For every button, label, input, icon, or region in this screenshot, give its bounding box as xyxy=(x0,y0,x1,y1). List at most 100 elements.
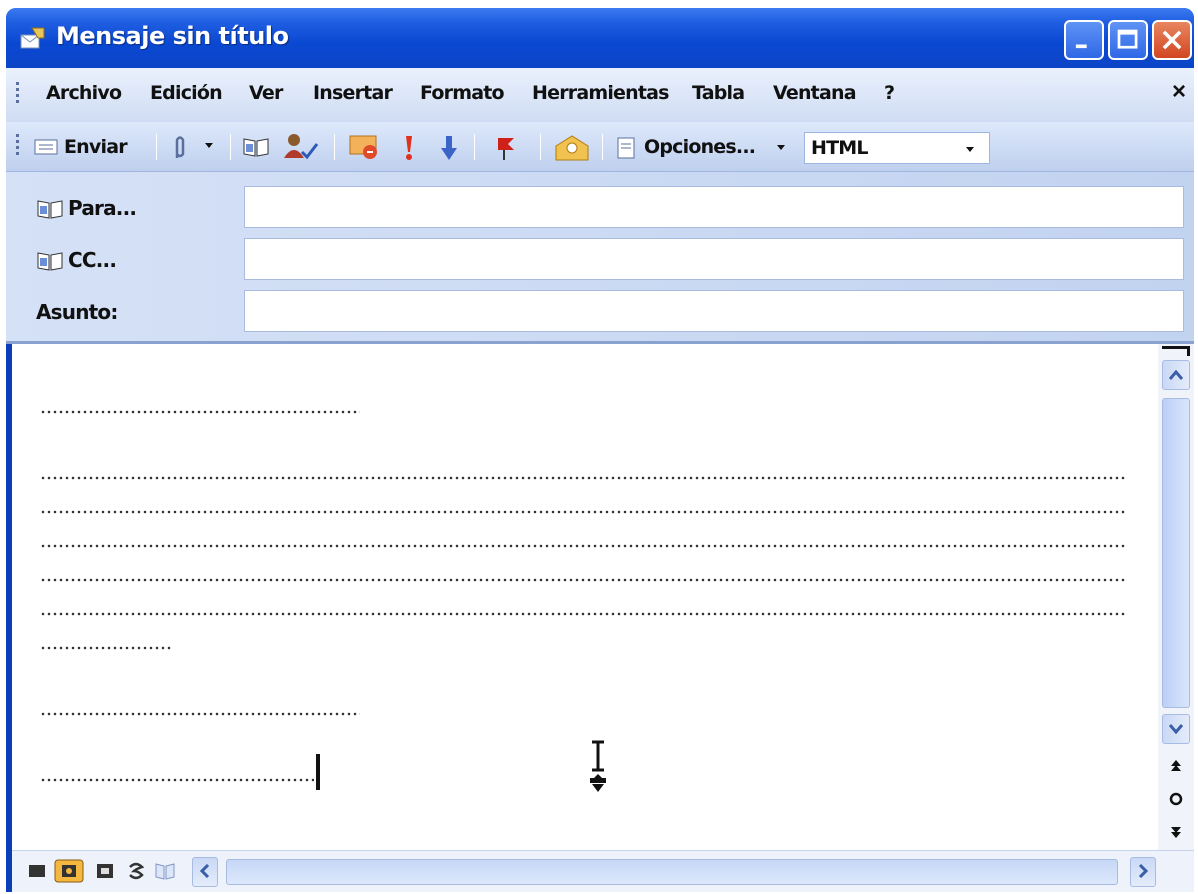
low-importance-button[interactable] xyxy=(434,130,464,164)
address-book-button[interactable] xyxy=(238,130,274,164)
scroll-right-button[interactable] xyxy=(1130,857,1156,887)
previous-page-icon xyxy=(1171,760,1181,771)
permission-icon xyxy=(555,135,589,161)
chevron-up-icon xyxy=(1168,369,1184,380)
message-header: Para... CC... Asunto: xyxy=(6,172,1194,344)
send-button[interactable]: Enviar xyxy=(32,130,148,164)
high-importance-button[interactable] xyxy=(394,130,424,164)
chevron-down-icon xyxy=(777,145,785,150)
toolbar-separator xyxy=(602,134,603,160)
split-handle[interactable] xyxy=(1162,346,1190,356)
chevron-down-icon xyxy=(205,143,213,148)
toolbar-separator xyxy=(156,134,157,160)
placeholder-line xyxy=(40,476,1126,480)
maximize-button[interactable] xyxy=(1108,20,1148,60)
subject-field[interactable] xyxy=(244,290,1184,332)
chevron-left-icon xyxy=(199,863,210,879)
ibeam-cursor-icon xyxy=(590,740,606,792)
options-button[interactable]: Opciones... xyxy=(612,130,790,164)
menu-insertar[interactable]: Insertar xyxy=(313,82,393,104)
message-format-value: HTML xyxy=(811,137,868,159)
address-book-icon xyxy=(243,138,269,157)
close-button[interactable] xyxy=(1152,20,1192,60)
minimize-button[interactable] xyxy=(1064,20,1104,60)
menu-help[interactable]: ? xyxy=(884,82,895,104)
attach-button[interactable] xyxy=(168,130,222,164)
check-names-button[interactable] xyxy=(276,130,326,164)
cc-label: CC... xyxy=(68,248,117,272)
maximize-icon xyxy=(1117,29,1138,49)
next-page-button[interactable] xyxy=(1166,824,1186,846)
placeholder-line xyxy=(40,612,1126,616)
reading-layout-view-icon[interactable] xyxy=(154,859,176,883)
close-icon xyxy=(1162,30,1182,50)
outlook-message-icon xyxy=(20,27,45,49)
title-bar[interactable]: Mensaje sin título xyxy=(6,8,1194,68)
placeholder-line xyxy=(40,646,172,650)
vertical-scrollbar[interactable] xyxy=(1158,344,1194,850)
select-browse-object-button[interactable] xyxy=(1166,792,1186,814)
placeholder-line xyxy=(40,544,1126,548)
toolbar-separator xyxy=(230,134,231,160)
message-body[interactable] xyxy=(12,344,1158,850)
attach-icon xyxy=(175,136,185,158)
high-importance-icon xyxy=(406,136,412,160)
send-label: Enviar xyxy=(64,136,128,158)
message-window: Mensaje sin título Archivo Edición Ver I… xyxy=(6,8,1194,892)
placeholder-line xyxy=(40,578,1126,582)
cc-button[interactable]: CC... xyxy=(36,246,156,278)
menu-archivo[interactable]: Archivo xyxy=(46,82,122,104)
placeholder-line xyxy=(40,712,360,716)
normal-view-icon[interactable] xyxy=(26,859,48,883)
toolbar: Enviar Opciones... HTML xyxy=(6,122,1194,172)
message-format-select[interactable]: HTML xyxy=(804,132,990,164)
toolbar-grip[interactable] xyxy=(16,134,20,158)
placeholder-line xyxy=(40,510,1126,514)
horizontal-scroll-thumb[interactable] xyxy=(226,859,1118,885)
flag-icon xyxy=(498,138,514,160)
signature-icon xyxy=(349,135,377,159)
text-caret xyxy=(316,754,320,790)
menu-ver[interactable]: Ver xyxy=(249,82,283,104)
check-names-icon xyxy=(284,134,319,160)
menubar-grip[interactable] xyxy=(16,82,20,106)
menubar-close-icon[interactable]: × xyxy=(1172,78,1186,106)
menu-bar: Archivo Edición Ver Insertar Formato Her… xyxy=(6,68,1194,122)
placeholder-line xyxy=(40,410,360,414)
scroll-down-button[interactable] xyxy=(1162,714,1190,744)
menu-formato[interactable]: Formato xyxy=(420,82,505,104)
to-button[interactable]: Para... xyxy=(36,194,156,226)
browse-object-icon xyxy=(1169,792,1183,806)
cc-field[interactable] xyxy=(244,238,1184,280)
permission-button[interactable] xyxy=(550,130,594,164)
outline-view-icon[interactable] xyxy=(126,859,148,883)
flag-button[interactable] xyxy=(484,130,528,164)
address-book-icon xyxy=(37,200,63,219)
print-layout-view-icon[interactable] xyxy=(94,859,116,883)
menu-tabla[interactable]: Tabla xyxy=(692,82,745,104)
toolbar-separator xyxy=(540,134,541,160)
scroll-left-button[interactable] xyxy=(192,857,218,887)
web-layout-view-icon[interactable] xyxy=(54,859,84,883)
menu-herramientas[interactable]: Herramientas xyxy=(532,82,669,104)
scroll-up-button[interactable] xyxy=(1162,360,1190,390)
chevron-down-icon[interactable] xyxy=(965,146,975,154)
next-page-icon xyxy=(1171,827,1181,838)
to-field[interactable] xyxy=(244,186,1184,228)
signature-button[interactable] xyxy=(344,130,388,164)
minimize-icon xyxy=(1075,44,1087,49)
scroll-thumb[interactable] xyxy=(1162,398,1190,708)
toolbar-separator xyxy=(474,134,475,160)
menu-edicion[interactable]: Edición xyxy=(150,82,223,104)
placeholder-line xyxy=(40,778,314,782)
previous-page-button[interactable] xyxy=(1166,758,1186,780)
to-label: Para... xyxy=(68,196,137,220)
chevron-down-icon xyxy=(1168,724,1184,735)
window-title: Mensaje sin título xyxy=(56,22,289,50)
menu-ventana[interactable]: Ventana xyxy=(773,82,857,104)
toolbar-separator xyxy=(334,134,335,160)
address-book-icon xyxy=(37,252,63,271)
send-icon xyxy=(34,139,58,155)
chevron-right-icon xyxy=(1138,863,1149,879)
options-label: Opciones... xyxy=(644,136,756,158)
